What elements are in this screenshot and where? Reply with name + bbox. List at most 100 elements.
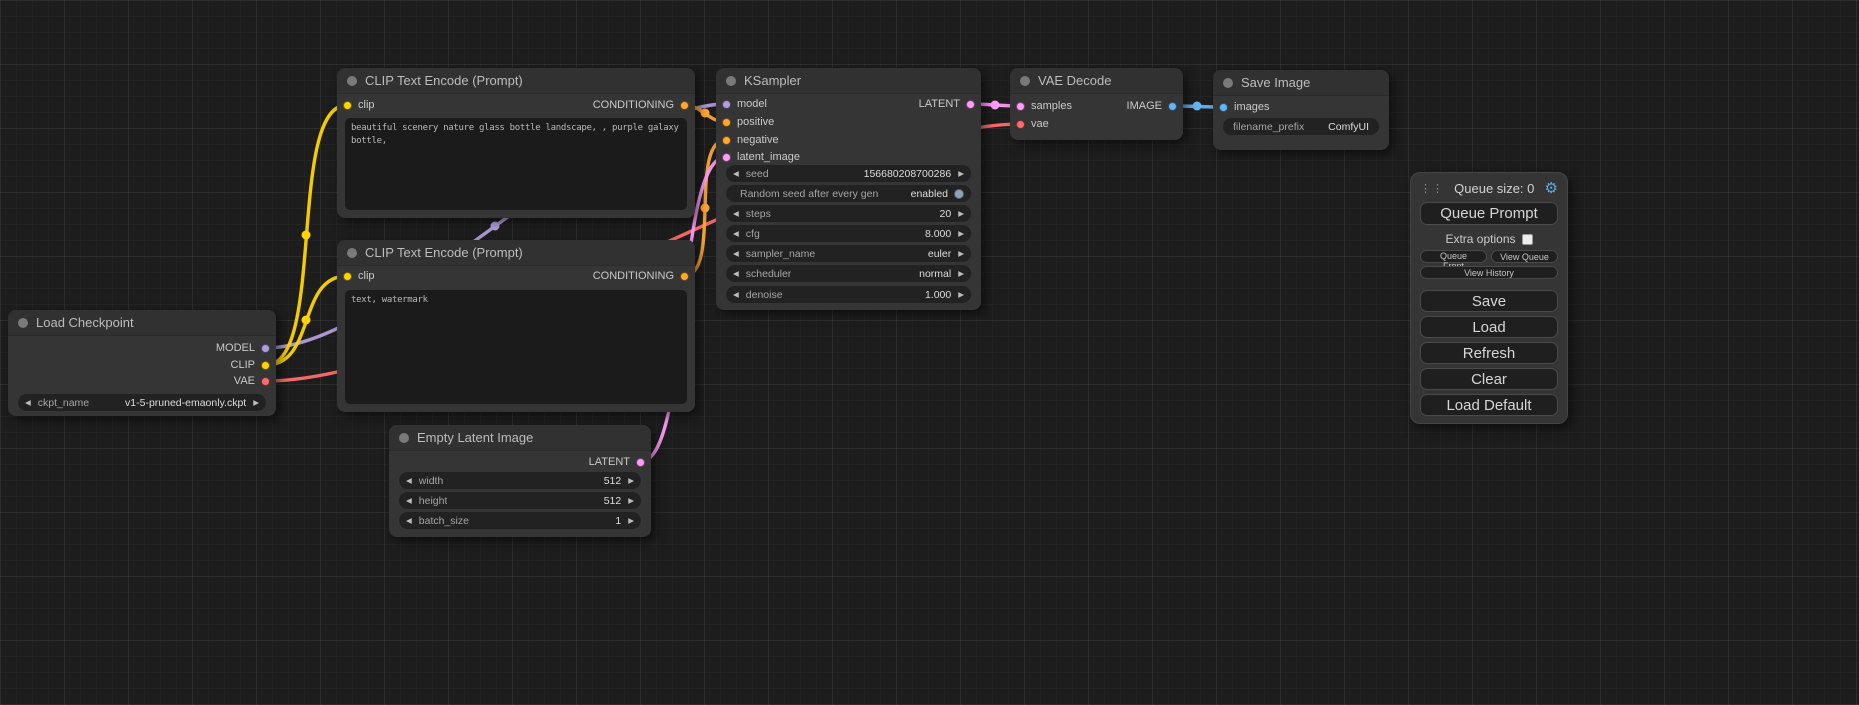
clip-port-icon[interactable] bbox=[343, 272, 352, 281]
conditioning-port-icon[interactable] bbox=[722, 118, 731, 127]
width-widget[interactable]: ◀ width 512 ▶ bbox=[399, 472, 641, 489]
model-port-icon[interactable] bbox=[722, 100, 731, 109]
decrement-arrow-icon[interactable]: ◀ bbox=[406, 516, 412, 525]
decrement-arrow-icon[interactable]: ◀ bbox=[406, 496, 412, 505]
vae-port-icon[interactable] bbox=[261, 377, 270, 386]
graph-canvas[interactable]: Load Checkpoint MODEL CLIP VAE ◀ ckpt_na… bbox=[0, 0, 1859, 705]
collapse-dot-icon[interactable] bbox=[1223, 78, 1233, 88]
port-vae-input[interactable]: vae bbox=[1016, 117, 1049, 131]
toggle-knob[interactable] bbox=[954, 189, 964, 199]
port-clip-output[interactable]: CLIP bbox=[231, 358, 270, 372]
extra-options-checkbox[interactable] bbox=[1522, 234, 1533, 245]
load-default-button[interactable]: Load Default bbox=[1420, 394, 1558, 416]
node-vae-decode[interactable]: VAE Decode samples vae IMAGE bbox=[1010, 68, 1183, 140]
decrement-arrow-icon[interactable]: ◀ bbox=[733, 209, 739, 218]
node-clip-text-encode-negative[interactable]: CLIP Text Encode (Prompt) clip CONDITION… bbox=[337, 240, 695, 412]
collapse-dot-icon[interactable] bbox=[18, 318, 28, 328]
port-clip-input[interactable]: clip bbox=[343, 98, 375, 112]
port-negative-input[interactable]: negative bbox=[722, 133, 779, 147]
port-model-input[interactable]: model bbox=[722, 97, 767, 111]
decrement-arrow-icon[interactable]: ◀ bbox=[733, 269, 739, 278]
clip-port-icon[interactable] bbox=[343, 101, 352, 110]
port-conditioning-output[interactable]: CONDITIONING bbox=[593, 98, 689, 112]
drag-handle-icon[interactable]: ⋮⋮ bbox=[1420, 182, 1444, 195]
steps-widget[interactable]: ◀ steps 20 ▶ bbox=[726, 205, 971, 222]
batch-size-widget[interactable]: ◀ batch_size 1 ▶ bbox=[399, 512, 641, 529]
queue-prompt-button[interactable]: Queue Prompt bbox=[1420, 202, 1558, 225]
clip-port-icon[interactable] bbox=[261, 361, 270, 370]
view-history-button[interactable]: View History bbox=[1420, 266, 1558, 279]
increment-arrow-icon[interactable]: ▶ bbox=[958, 169, 964, 178]
seed-widget[interactable]: ◀ seed 156680208700286 ▶ bbox=[726, 165, 971, 182]
queue-front-button[interactable]: Queue Front bbox=[1420, 250, 1487, 263]
increment-arrow-icon[interactable]: ▶ bbox=[958, 290, 964, 299]
comfy-menu-panel[interactable]: ⋮⋮ Queue size: 0 ⚙ Queue Prompt Extra op… bbox=[1410, 172, 1568, 424]
node-titlebar[interactable]: CLIP Text Encode (Prompt) bbox=[337, 68, 695, 94]
port-images-input[interactable]: images bbox=[1219, 100, 1269, 114]
node-titlebar[interactable]: Save Image bbox=[1213, 70, 1389, 96]
filename-prefix-widget[interactable]: filename_prefix ComfyUI bbox=[1223, 118, 1379, 135]
decrement-arrow-icon[interactable]: ◀ bbox=[733, 249, 739, 258]
collapse-dot-icon[interactable] bbox=[1020, 76, 1030, 86]
latent-port-icon[interactable] bbox=[966, 100, 975, 109]
cfg-widget[interactable]: ◀ cfg 8.000 ▶ bbox=[726, 225, 971, 242]
collapse-dot-icon[interactable] bbox=[347, 248, 357, 258]
port-samples-input[interactable]: samples bbox=[1016, 99, 1072, 113]
node-titlebar[interactable]: Empty Latent Image bbox=[389, 425, 651, 451]
latent-port-icon[interactable] bbox=[722, 153, 731, 162]
conditioning-port-icon[interactable] bbox=[722, 136, 731, 145]
save-button[interactable]: Save bbox=[1420, 290, 1558, 312]
model-port-icon[interactable] bbox=[261, 344, 270, 353]
load-button[interactable]: Load bbox=[1420, 316, 1558, 338]
increment-arrow-icon[interactable]: ▶ bbox=[958, 269, 964, 278]
port-clip-input[interactable]: clip bbox=[343, 269, 375, 283]
decrement-arrow-icon[interactable]: ◀ bbox=[733, 229, 739, 238]
image-port-icon[interactable] bbox=[1168, 102, 1177, 111]
node-titlebar[interactable]: CLIP Text Encode (Prompt) bbox=[337, 240, 695, 266]
node-titlebar[interactable]: Load Checkpoint bbox=[8, 310, 276, 336]
conditioning-port-icon[interactable] bbox=[680, 101, 689, 110]
vae-port-icon[interactable] bbox=[1016, 120, 1025, 129]
negative-prompt-textarea[interactable]: text, watermark bbox=[345, 290, 687, 404]
increment-arrow-icon[interactable]: ▶ bbox=[628, 516, 634, 525]
node-ksampler[interactable]: KSampler model positive negative latent_… bbox=[716, 68, 981, 310]
settings-gear-icon[interactable]: ⚙ bbox=[1545, 181, 1558, 196]
conditioning-port-icon[interactable] bbox=[680, 272, 689, 281]
decrement-arrow-icon[interactable]: ◀ bbox=[733, 290, 739, 299]
ckpt-name-widget[interactable]: ◀ ckpt_name v1-5-pruned-emaonly.ckpt ▶ bbox=[18, 394, 266, 411]
decrement-arrow-icon[interactable]: ◀ bbox=[733, 169, 739, 178]
refresh-button[interactable]: Refresh bbox=[1420, 342, 1558, 364]
port-image-output[interactable]: IMAGE bbox=[1127, 99, 1177, 113]
increment-arrow-icon[interactable]: ▶ bbox=[958, 229, 964, 238]
port-model-output[interactable]: MODEL bbox=[216, 341, 270, 355]
port-latent-output[interactable]: LATENT bbox=[919, 97, 975, 111]
clear-button[interactable]: Clear bbox=[1420, 368, 1558, 390]
port-latent-output[interactable]: LATENT bbox=[589, 455, 645, 469]
height-widget[interactable]: ◀ height 512 ▶ bbox=[399, 492, 641, 509]
random-seed-toggle-widget[interactable]: Random seed after every gen enabled bbox=[726, 185, 971, 202]
increment-arrow-icon[interactable]: ▶ bbox=[628, 476, 634, 485]
decrement-arrow-icon[interactable]: ◀ bbox=[25, 398, 31, 407]
increment-arrow-icon[interactable]: ▶ bbox=[958, 249, 964, 258]
node-load-checkpoint[interactable]: Load Checkpoint MODEL CLIP VAE ◀ ckpt_na… bbox=[8, 310, 276, 416]
port-vae-output[interactable]: VAE bbox=[234, 374, 270, 388]
port-conditioning-output[interactable]: CONDITIONING bbox=[593, 269, 689, 283]
view-queue-button[interactable]: View Queue bbox=[1491, 250, 1558, 263]
decrement-arrow-icon[interactable]: ◀ bbox=[406, 476, 412, 485]
collapse-dot-icon[interactable] bbox=[399, 433, 409, 443]
node-save-image[interactable]: Save Image images filename_prefix ComfyU… bbox=[1213, 70, 1389, 150]
node-titlebar[interactable]: VAE Decode bbox=[1010, 68, 1183, 94]
scheduler-widget[interactable]: ◀ scheduler normal ▶ bbox=[726, 265, 971, 282]
port-positive-input[interactable]: positive bbox=[722, 115, 774, 129]
node-clip-text-encode-positive[interactable]: CLIP Text Encode (Prompt) clip CONDITION… bbox=[337, 68, 695, 218]
positive-prompt-textarea[interactable]: beautiful scenery nature glass bottle la… bbox=[345, 118, 687, 210]
increment-arrow-icon[interactable]: ▶ bbox=[253, 398, 259, 407]
image-port-icon[interactable] bbox=[1219, 103, 1228, 112]
increment-arrow-icon[interactable]: ▶ bbox=[628, 496, 634, 505]
increment-arrow-icon[interactable]: ▶ bbox=[958, 209, 964, 218]
node-empty-latent-image[interactable]: Empty Latent Image LATENT ◀ width 512 ▶ … bbox=[389, 425, 651, 537]
node-titlebar[interactable]: KSampler bbox=[716, 68, 981, 94]
latent-port-icon[interactable] bbox=[636, 458, 645, 467]
sampler-name-widget[interactable]: ◀ sampler_name euler ▶ bbox=[726, 245, 971, 262]
collapse-dot-icon[interactable] bbox=[726, 76, 736, 86]
